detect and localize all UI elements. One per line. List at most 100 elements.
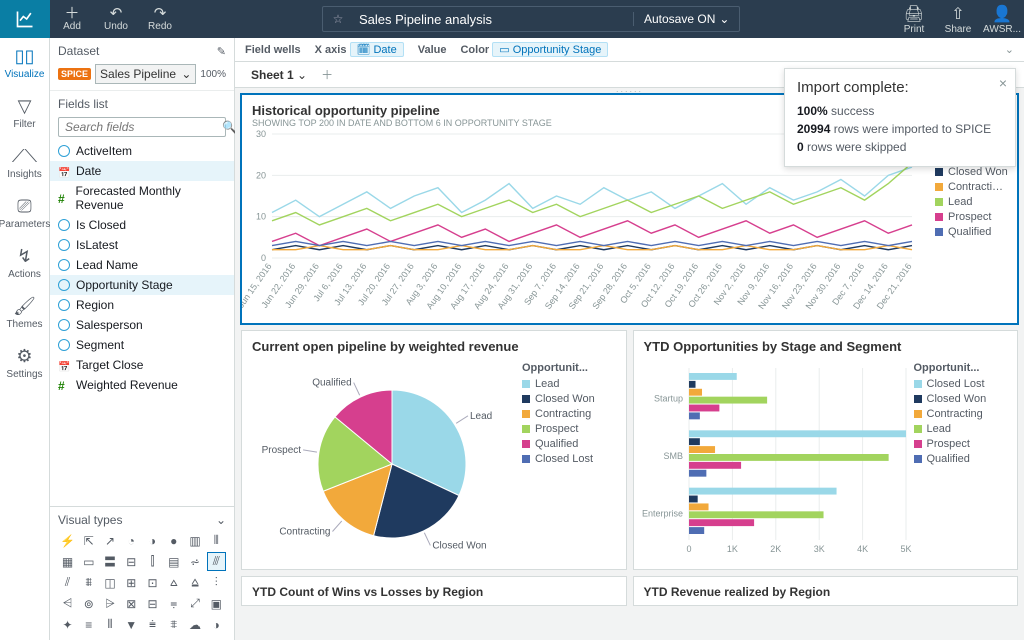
rail-settings[interactable]: ⚙Settings [0,338,49,388]
field-islatest[interactable]: IsLatest [50,235,234,255]
legend-item[interactable]: Closed Lost [522,453,595,465]
visual-type-option[interactable]: ▭ [79,552,98,571]
visual-type-option[interactable]: ⤢ [186,594,205,613]
visual-type-option[interactable]: ▤ [164,552,183,571]
rail-actions[interactable]: ↯Actions [0,238,49,288]
work-area[interactable]: :::::: Historical opportunity pipeline S… [235,88,1024,640]
legend-item[interactable]: Prospect [522,423,595,435]
visual-type-option[interactable]: ◑ [207,615,226,634]
rail-visualize[interactable]: ▯▯Visualize [0,38,49,88]
autosave-toggle[interactable]: Autosave ON⌄ [633,12,739,26]
rail-themes[interactable]: 🖌Themes [0,288,49,338]
color-pill[interactable]: ▭ Opportunity Stage [492,42,608,57]
visual-type-option[interactable]: ▼ [122,615,141,634]
visual-type-option[interactable]: ▦ [58,552,77,571]
visual-type-option[interactable]: ⊞ [122,573,141,592]
rail-parameters[interactable]: ⎚Parameters [0,188,49,238]
visual-type-option[interactable]: ⩟ [164,573,183,592]
visual-type-option[interactable]: ⫴ [101,615,120,634]
legend-item[interactable]: Lead [914,423,987,435]
visual-type-option[interactable]: ☁ [186,615,205,634]
field-segment[interactable]: Segment [50,335,234,355]
field-target-close[interactable]: Target Close [50,355,234,375]
chart-wins-vs-losses[interactable]: YTD Count of Wins vs Losses by Region [241,576,627,606]
visual-type-option[interactable]: ≡ [79,615,98,634]
visual-type-option[interactable]: ⩥ [101,594,120,613]
chart-ytd-opportunities-bar[interactable]: YTD Opportunities by Stage and Segment 0… [633,330,1019,570]
legend-item[interactable]: Closed Won [935,166,1011,178]
visual-type-option[interactable]: ⇱ [79,531,98,550]
legend-item[interactable]: Contracting [914,408,987,420]
fields-search-input[interactable] [65,120,222,134]
user-menu[interactable]: 👤AWSR... [980,4,1024,35]
share-button[interactable]: ⇧Share [936,4,980,35]
analysis-title[interactable]: Sales Pipeline analysis [353,12,633,27]
field-wells-bar[interactable]: Field wells X axis 🗓 Date Value Color ▭ … [235,38,1024,62]
visual-type-option[interactable]: ⫶ [207,573,226,592]
visual-type-option[interactable]: ⫴ [207,531,226,550]
sheet-tab[interactable]: Sheet 1 ⌄ [245,66,313,84]
fields-search[interactable]: 🔍 [58,117,226,137]
field-date[interactable]: Date [50,161,234,181]
legend-item[interactable]: Lead [935,196,1011,208]
legend-item[interactable]: Closed Won [522,393,595,405]
add-sheet-button[interactable]: ＋ [321,66,333,83]
visual-type-option[interactable]: ⩠ [186,573,205,592]
field-salesperson[interactable]: Salesperson [50,315,234,335]
visual-type-option[interactable]: ⩫ [186,552,205,571]
visual-type-option[interactable]: ⩩ [79,573,98,592]
visual-type-option[interactable]: ⫻ [207,552,226,571]
visual-type-option[interactable]: ✦ [58,615,77,634]
field-is-closed[interactable]: Is Closed [50,215,234,235]
collapse-icon[interactable]: ⌄ [216,513,226,527]
legend-item[interactable]: Qualified [935,226,1011,238]
visual-type-option[interactable]: ⊡ [143,573,162,592]
rail-filter[interactable]: ▽Filter [0,88,49,138]
visual-type-option[interactable]: 〓 [101,552,120,571]
field-weighted-revenue[interactable]: Weighted Revenue [50,375,234,395]
legend-item[interactable]: Contracting [522,408,595,420]
visual-type-option[interactable]: ⩧ [143,615,162,634]
xaxis-pill[interactable]: 🗓 Date [350,42,404,57]
undo-button[interactable]: ↶Undo [94,0,138,38]
visual-type-option[interactable]: ⊠ [122,594,141,613]
favorite-toggle[interactable]: ☆ [323,12,353,26]
visual-type-option[interactable]: ▥ [186,531,205,550]
expand-fieldwells-icon[interactable]: ⌄ [1005,43,1014,56]
visual-type-option[interactable]: ◑ [143,531,162,550]
legend-item[interactable]: Prospect [914,438,987,450]
visual-type-option[interactable]: ⊟ [143,594,162,613]
field-forecasted-monthly-revenue[interactable]: Forecasted Monthly Revenue [50,181,234,215]
field-activeitem[interactable]: ActiveItem [50,141,234,161]
visual-type-option[interactable]: ↗ [101,531,120,550]
app-logo[interactable] [0,0,50,38]
visual-type-option[interactable]: ● [164,531,183,550]
legend-item[interactable]: Prospect [935,211,1011,223]
redo-button[interactable]: ↷Redo [138,0,182,38]
legend-item[interactable]: Qualified [522,438,595,450]
chart-ytd-revenue-region[interactable]: YTD Revenue realized by Region [633,576,1019,606]
visual-type-option[interactable]: ⊚ [79,594,98,613]
close-toast-button[interactable]: × [999,75,1007,91]
visual-type-option[interactable]: ⫽ [58,573,77,592]
legend-item[interactable]: Qualified [914,453,987,465]
legend-item[interactable]: Closed Won [914,393,987,405]
field-lead-name[interactable]: Lead Name [50,255,234,275]
field-opportunity-stage[interactable]: Opportunity Stage [50,275,234,295]
field-region[interactable]: Region [50,295,234,315]
visual-type-option[interactable]: ⩦ [164,594,183,613]
print-button[interactable]: 🖨Print [892,4,936,35]
edit-dataset-icon[interactable]: ✎ [217,45,226,58]
visual-type-option[interactable]: ▣ [207,594,226,613]
visual-type-option[interactable]: ⊟ [122,552,141,571]
legend-item[interactable]: Lead [522,378,595,390]
legend-item[interactable]: Contracti… [935,181,1011,193]
visual-type-option[interactable]: ⩨ [164,615,183,634]
add-button[interactable]: ＋Add [50,0,94,38]
legend-item[interactable]: Closed Lost [914,378,987,390]
rail-insights[interactable]: ⟋⟍Insights [0,138,49,188]
visual-type-option[interactable]: ◫ [101,573,120,592]
visual-type-option[interactable]: ⩤ [58,594,77,613]
visual-type-option[interactable]: ⫿ [143,552,162,571]
dataset-dropdown[interactable]: Sales Pipeline⌄ [95,64,196,84]
